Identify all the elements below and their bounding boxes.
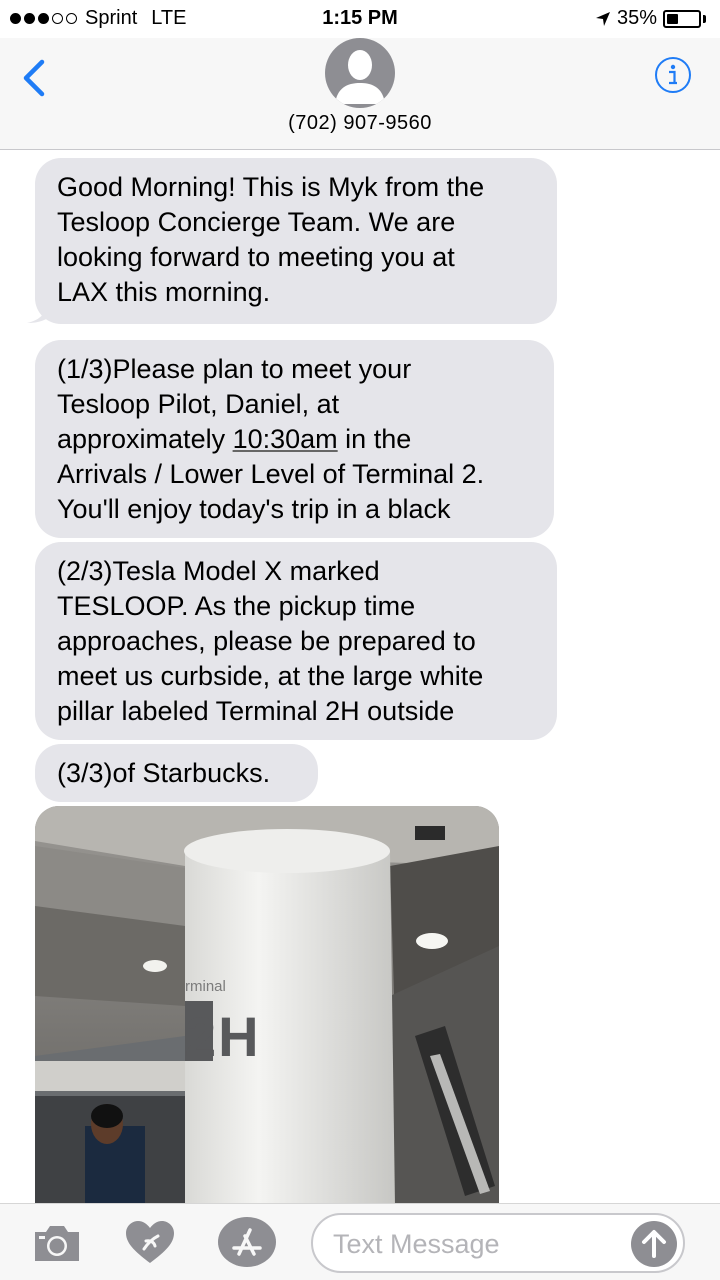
message-text-line: approximately 10:30am in the [57, 422, 532, 457]
send-arrow-icon [642, 1230, 666, 1258]
terminal-pillar-photo: rminal 2H [35, 806, 499, 1203]
message-input-bar [0, 1203, 720, 1280]
battery-icon [663, 9, 701, 28]
status-right: 35% [595, 7, 706, 30]
message-text: Tesloop Pilot, Daniel, at [57, 389, 340, 419]
back-button[interactable] [18, 58, 52, 98]
send-button[interactable] [631, 1221, 677, 1267]
info-icon [655, 57, 691, 93]
person-silhouette-icon [335, 50, 385, 104]
message-text: looking forward to meeting you at [57, 242, 455, 272]
message-list[interactable]: Good Morning! This is Myk from the Teslo… [0, 150, 720, 1203]
message-input[interactable] [333, 1223, 633, 1265]
message-text: approximately [57, 424, 233, 454]
photo-attachment[interactable]: rminal 2H [35, 806, 499, 1203]
contact-avatar[interactable] [325, 38, 395, 108]
message-text: TESLOOP. As the pickup time [57, 591, 416, 621]
camera-button[interactable] [32, 1222, 82, 1264]
pillar-label: 2H [185, 1005, 261, 1068]
message-text: in the [337, 424, 412, 454]
battery-percent: 35% [616, 7, 657, 29]
message-bubble[interactable]: (3/3)of Starbucks. [35, 744, 318, 802]
digital-touch-icon [126, 1221, 174, 1263]
message-bubble[interactable]: Good Morning! This is Myk from the Teslo… [35, 158, 557, 324]
message-text: LAX this morning. [57, 277, 271, 307]
camera-icon [35, 1226, 79, 1261]
status-bar: Sprint LTE 1:15 PM 35% [0, 0, 720, 38]
message-text: (2/3)Tesla Model X marked [57, 556, 380, 586]
message-bubble[interactable]: (1/3)Please plan to meet your Tesloop Pi… [35, 340, 554, 538]
contact-name[interactable]: (702) 907-9560 [0, 112, 720, 135]
conversation-header: (702) 907-9560 [0, 38, 720, 150]
message-bubble[interactable]: (2/3)Tesla Model X marked TESLOOP. As th… [35, 542, 557, 740]
message-text: Arrivals / Lower Level of Terminal 2. [57, 459, 485, 489]
message-text: Tesloop Concierge Team. We are [57, 207, 456, 237]
app-store-button[interactable] [217, 1216, 277, 1268]
message-text: You'll enjoy today's trip in a black [57, 494, 451, 524]
message-text-field[interactable] [311, 1213, 685, 1273]
message-text: Good Morning! This is Myk from the [57, 172, 485, 202]
app-store-icon [218, 1217, 276, 1267]
message-text: (1/3)Please plan to meet your [57, 354, 412, 384]
info-button[interactable] [654, 56, 692, 94]
digital-touch-button[interactable] [124, 1219, 176, 1265]
message-text: approaches, please be prepared to [57, 626, 476, 656]
time-link[interactable]: 10:30am [233, 424, 338, 454]
chevron-left-icon [23, 59, 45, 97]
pillar-small-label: rminal [185, 978, 226, 995]
message-text: meet us curbside, at the large white [57, 661, 484, 691]
message-text: pillar labeled Terminal 2H outside [57, 696, 455, 726]
location-arrow-icon [595, 11, 610, 26]
message-text: (3/3)of Starbucks. [57, 758, 271, 788]
battery-tip [703, 14, 706, 23]
